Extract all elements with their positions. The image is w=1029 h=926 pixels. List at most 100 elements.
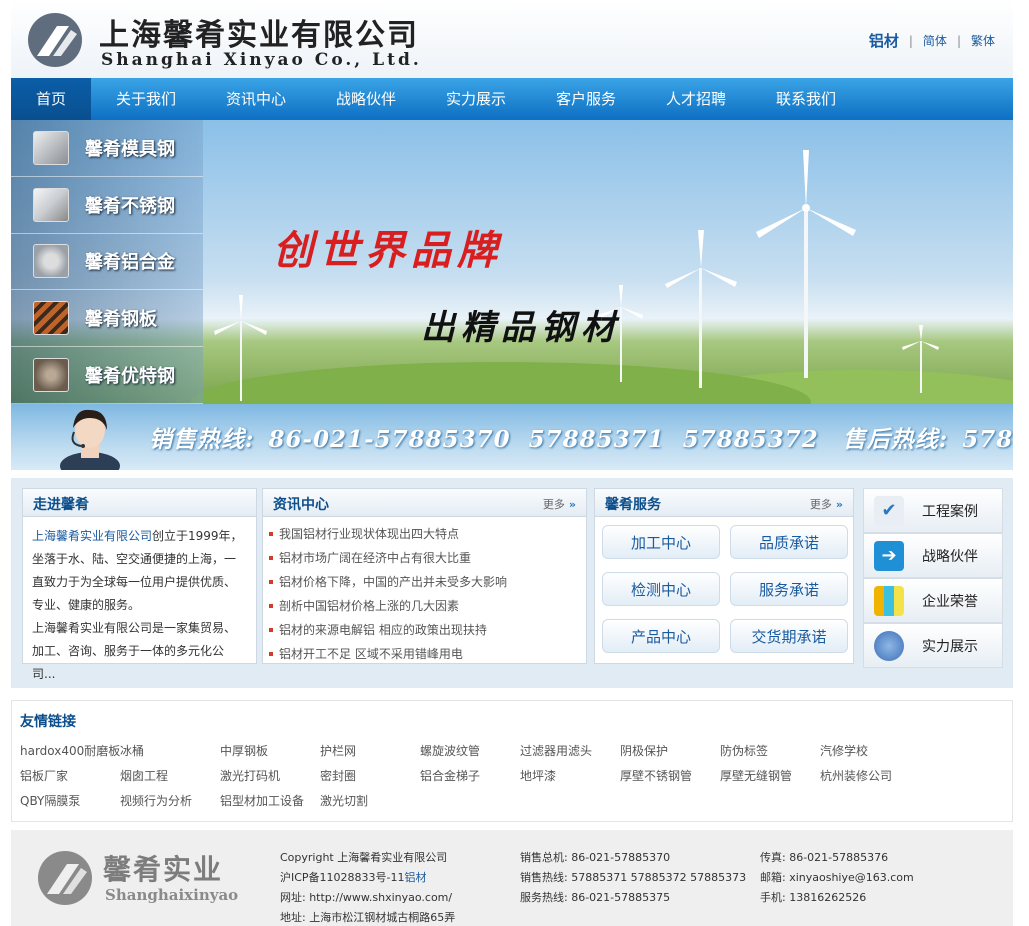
language-bar: 铝材 | 简体 | 繁体 xyxy=(869,30,995,51)
after-sales-label: 售后热线: xyxy=(842,426,949,453)
friend-link[interactable]: 汽修学校 xyxy=(820,741,920,761)
friend-link[interactable]: 中厚钢板 xyxy=(220,741,320,761)
news-title[interactable]: 资讯中心 xyxy=(273,494,329,514)
friend-link[interactable]: 地坪漆 xyxy=(520,766,620,786)
news-item[interactable]: 铝材开工不足 区域不采用错峰用电 xyxy=(269,642,586,666)
product-item-special-steel[interactable]: 馨肴优特钢 xyxy=(11,347,203,404)
more-label: 更多 xyxy=(809,498,832,511)
product-item-stainless-steel[interactable]: 馨肴不锈钢 xyxy=(11,176,203,234)
product-item-aluminum-alloy[interactable]: 馨肴铝合金 xyxy=(11,233,203,291)
service-title[interactable]: 馨肴服务 xyxy=(605,494,661,514)
quick-link-strength[interactable]: 实力展示 xyxy=(863,623,1003,668)
nav-service[interactable]: 客户服务 xyxy=(531,78,641,120)
nav-jobs[interactable]: 人才招聘 xyxy=(641,78,751,120)
icp-number: 沪ICP备11028833号-11 xyxy=(280,871,405,884)
company-logo-icon[interactable] xyxy=(27,12,83,68)
footer-logo-icon xyxy=(38,851,92,905)
company-name-en: Shanghai Xinyao Co., Ltd. xyxy=(101,50,422,70)
friend-link[interactable]: 杭州装修公司 xyxy=(820,766,920,786)
friend-link[interactable]: 护栏网 xyxy=(320,741,420,761)
friend-link[interactable]: 阴极保护 xyxy=(620,741,720,761)
simplified-chinese-link[interactable]: 简体 xyxy=(923,32,947,49)
product-item-mold-steel[interactable]: 馨肴模具钢 xyxy=(11,120,203,177)
aluminum-alloy-thumbnail xyxy=(33,244,69,279)
footer-phone-info: 销售总机: 86-021-57885370 销售热线: 57885371 578… xyxy=(520,848,746,908)
wind-turbine-icon xyxy=(756,150,856,378)
friend-link[interactable]: 视频行为分析 xyxy=(120,791,220,811)
friend-link[interactable]: 激光打码机 xyxy=(220,766,320,786)
nav-news[interactable]: 资讯中心 xyxy=(201,78,311,120)
news-item[interactable]: 我国铝材行业现状体现出四大特点 xyxy=(269,522,586,546)
friend-link[interactable]: QBY隔膜泵 xyxy=(20,791,120,811)
service-button-products[interactable]: 产品中心 xyxy=(602,619,720,653)
news-item[interactable]: 铝材的来源电解铝 相应的政策出现扶持 xyxy=(269,618,586,642)
separator: | xyxy=(908,33,913,48)
product-label: 馨肴模具钢 xyxy=(85,138,175,160)
arrow-right-icon: ➔ xyxy=(874,540,904,571)
intro-text-2: 上海馨肴实业有限公司是一家集贸易、加工、咨询、服务于一体的多元化公司... xyxy=(32,621,237,681)
product-label: 馨肴不锈钢 xyxy=(85,195,175,217)
news-more-link[interactable]: 更多» xyxy=(543,496,576,512)
sales-total-text: 销售总机: 86-021-57885370 xyxy=(520,851,671,864)
nav-home[interactable]: 首页 xyxy=(11,78,91,120)
friend-link[interactable]: hardox400耐磨板 xyxy=(20,741,120,761)
special-steel-thumbnail xyxy=(33,358,69,393)
website-text: 网址: http://www.shxinyao.com/ xyxy=(280,891,453,904)
friend-link[interactable]: 厚壁不锈钢管 xyxy=(620,766,720,786)
friend-link[interactable]: 防伪标签 xyxy=(720,741,820,761)
news-item[interactable]: 铝材价格下降，中国的产出并未受多大影响 xyxy=(269,570,586,594)
friend-link[interactable]: 烟囱工程 xyxy=(120,766,220,786)
address-text: 地址: 上海市松江钢材城古桐路65弄 xyxy=(280,911,456,924)
double-chevron-right-icon: » xyxy=(835,498,843,511)
service-button-quality[interactable]: 品质承诺 xyxy=(730,525,848,559)
friend-link[interactable]: 厚壁无缝钢管 xyxy=(720,766,820,786)
friend-link[interactable]: 密封圈 xyxy=(320,766,420,786)
nav-contact[interactable]: 联系我们 xyxy=(751,78,861,120)
sales-hotline-text: 销售热线: 57885371 57885372 57885373 xyxy=(520,871,747,884)
after-sales-number: 57885375 xyxy=(962,426,1013,453)
fax-text: 传真: 86-021-57885376 xyxy=(760,851,889,864)
intro-title[interactable]: 走进馨肴 xyxy=(33,494,89,514)
double-chevron-right-icon: » xyxy=(568,498,576,511)
friend-link[interactable]: 冰桶 xyxy=(120,741,220,761)
check-icon: ✔ xyxy=(874,495,904,526)
service-button-commitment[interactable]: 服务承诺 xyxy=(730,572,848,606)
company-link[interactable]: 上海馨肴实业有限公司 xyxy=(32,529,152,543)
traditional-chinese-link[interactable]: 繁体 xyxy=(971,32,995,49)
service-button-delivery[interactable]: 交货期承诺 xyxy=(730,619,848,653)
friend-link[interactable]: 螺旋波纹管 xyxy=(420,741,520,761)
friend-link[interactable]: 铝板厂家 xyxy=(20,766,120,786)
nav-strength[interactable]: 实力展示 xyxy=(421,78,531,120)
panel-header: 走进馨肴 xyxy=(23,489,256,517)
product-label: 馨肴优特钢 xyxy=(85,366,175,388)
main-nav: 首页 关于我们 资讯中心 战略伙伴 实力展示 客户服务 人才招聘 联系我们 xyxy=(11,78,1013,120)
icp-record: 沪ICP备11028833号-11铝材 xyxy=(280,868,455,888)
footer-contact-info: 传真: 86-021-57885376 邮箱: xinyaoshiye@163.… xyxy=(760,848,914,908)
copyright-text: Copyright 上海馨肴实业有限公司 xyxy=(280,851,448,864)
keyword-link[interactable]: 铝材 xyxy=(869,30,899,51)
intro-body: 上海馨肴实业有限公司创立于1999年，坐落于水、陆、空交通便捷的上海，一直致力于… xyxy=(23,517,256,694)
sales-hotline-label: 销售热线: xyxy=(149,426,255,453)
friend-link[interactable]: 过滤器用滤头 xyxy=(520,741,620,761)
friend-link[interactable]: 铝型材加工设备 xyxy=(220,791,320,811)
service-button-processing[interactable]: 加工中心 xyxy=(602,525,720,559)
quick-links: ✔ 工程案例 ➔ 战略伙伴 企业荣誉 实力展示 xyxy=(863,488,1003,670)
news-item[interactable]: 剖析中国铝材价格上涨的几大因素 xyxy=(269,594,586,618)
friend-link[interactable]: 铝合金梯子 xyxy=(420,766,520,786)
nav-about[interactable]: 关于我们 xyxy=(91,78,201,120)
service-more-link[interactable]: 更多» xyxy=(810,496,843,512)
quick-link-partners[interactable]: ➔ 战略伙伴 xyxy=(863,533,1003,578)
product-item-steel-plate[interactable]: 馨肴钢板 xyxy=(11,290,203,348)
quick-link-honors[interactable]: 企业荣誉 xyxy=(863,578,1003,623)
friend-link[interactable]: 激光切割 xyxy=(320,791,420,811)
footer: 馨肴实业 Shanghaixinyao Copyright 上海馨肴实业有限公司… xyxy=(11,830,1013,926)
nav-partners[interactable]: 战略伙伴 xyxy=(311,78,421,120)
icp-keyword-link[interactable]: 铝材 xyxy=(405,871,427,884)
hotline-bar: 销售热线: 86-021-57885370 57885371 57885372 售后… xyxy=(11,404,1013,470)
news-item[interactable]: 铝材市场广阔在经济中占有很大比重 xyxy=(269,546,586,570)
service-button-testing[interactable]: 检测中心 xyxy=(602,572,720,606)
banner-slogan-1: 创世界品牌 xyxy=(273,227,503,274)
quick-link-cases[interactable]: ✔ 工程案例 xyxy=(863,488,1003,533)
service-hotline-text: 服务热线: 86-021-57885375 xyxy=(520,891,671,904)
friend-links-grid: hardox400耐磨板 冰桶 中厚钢板 护栏网 螺旋波纹管 过滤器用滤头 阴极… xyxy=(20,741,1010,811)
